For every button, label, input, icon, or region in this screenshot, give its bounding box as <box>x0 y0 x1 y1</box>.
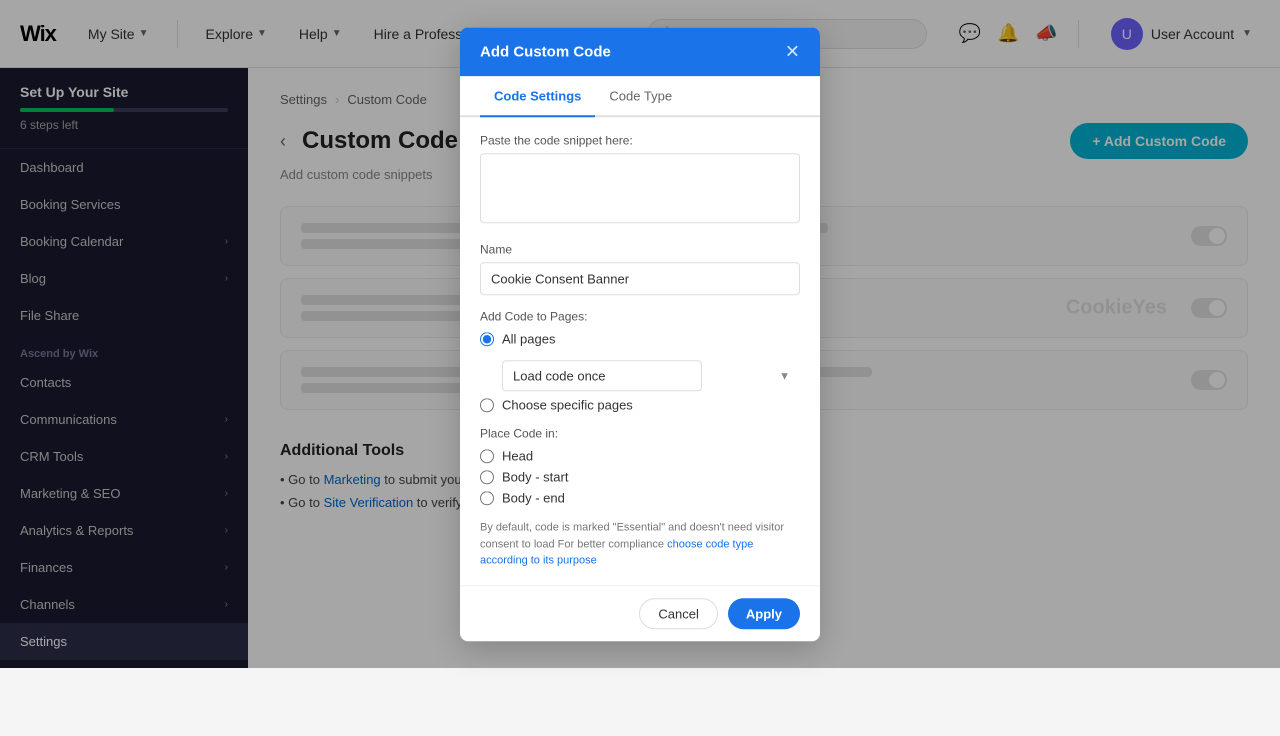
place-head-radio[interactable] <box>480 449 494 463</box>
add-custom-code-modal: Add Custom Code ✕ Code Settings Code Typ… <box>460 27 820 641</box>
select-chevron-icon: ▼ <box>779 370 790 382</box>
place-body-start-option[interactable]: Body - start <box>480 469 800 484</box>
specific-pages-radio[interactable] <box>480 398 494 412</box>
apply-button[interactable]: Apply <box>728 598 800 629</box>
place-head-label: Head <box>502 448 533 463</box>
specific-pages-option[interactable]: Choose specific pages <box>480 397 800 412</box>
load-code-select[interactable]: Load code once Load code every time <box>502 360 702 391</box>
all-pages-radio[interactable] <box>480 332 494 346</box>
modal-title: Add Custom Code <box>480 43 611 60</box>
modal-body: Paste the code snippet here: Name Add Co… <box>460 117 820 585</box>
place-body-end-option[interactable]: Body - end <box>480 490 800 505</box>
place-body-end-label: Body - end <box>502 490 565 505</box>
place-head-option[interactable]: Head <box>480 448 800 463</box>
code-snippet-input[interactable] <box>480 153 800 223</box>
modal-close-button[interactable]: ✕ <box>785 41 800 62</box>
specific-pages-label: Choose specific pages <box>502 397 633 412</box>
pages-radio-group: All pages Load code once Load code every… <box>480 331 800 412</box>
place-code-radio-group: Head Body - start Body - end <box>480 448 800 505</box>
modal-header: Add Custom Code ✕ <box>460 27 820 76</box>
code-snippet-group: Paste the code snippet here: <box>480 133 800 228</box>
note-text: By default, code is marked "Essential" a… <box>480 519 800 569</box>
tab-code-type[interactable]: Code Type <box>595 76 686 117</box>
place-body-end-radio[interactable] <box>480 491 494 505</box>
modal-tabs: Code Settings Code Type <box>460 76 820 117</box>
all-pages-label: All pages <box>502 331 555 346</box>
place-body-start-label: Body - start <box>502 469 568 484</box>
cancel-button[interactable]: Cancel <box>639 598 717 629</box>
place-body-start-radio[interactable] <box>480 470 494 484</box>
add-pages-group: Add Code to Pages: All pages Load code o… <box>480 309 800 412</box>
modal-footer: Cancel Apply <box>460 585 820 641</box>
tab-code-settings[interactable]: Code Settings <box>480 76 595 117</box>
place-code-section: Place Code in: Head Body - start Body - … <box>480 426 800 505</box>
name-group: Name <box>480 242 800 295</box>
load-code-select-wrap: Load code once Load code every time ▼ <box>502 360 800 391</box>
code-snippet-label: Paste the code snippet here: <box>480 133 800 147</box>
place-code-label: Place Code in: <box>480 426 800 440</box>
name-input[interactable] <box>480 262 800 295</box>
add-pages-label: Add Code to Pages: <box>480 309 800 323</box>
all-pages-option[interactable]: All pages <box>480 331 800 346</box>
name-label: Name <box>480 242 800 256</box>
